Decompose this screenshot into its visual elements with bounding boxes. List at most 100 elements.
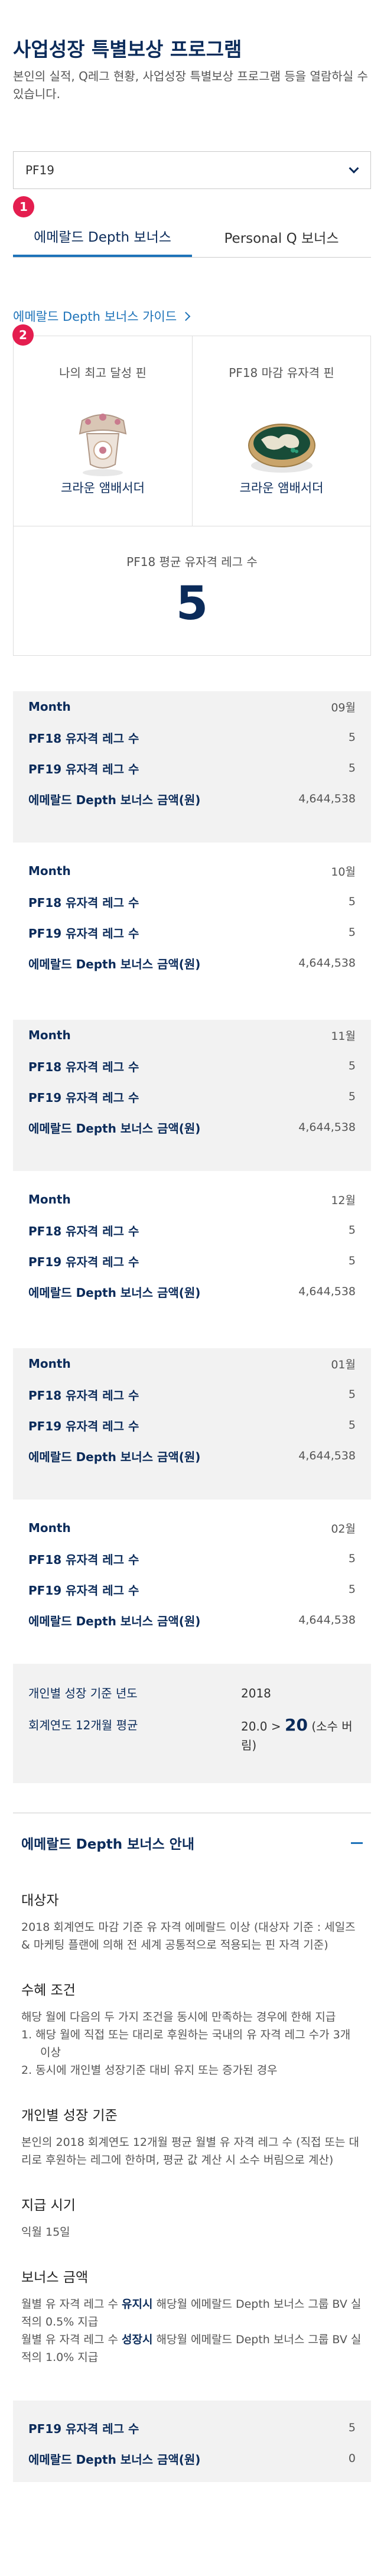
period-select[interactable]: PF19 xyxy=(13,151,371,189)
pf19-value: 5 xyxy=(348,762,356,775)
month-block: Month 12월 PF18 유자격 레그 수 5 PF19 유자격 레그 수 5 에… xyxy=(13,1184,371,1335)
pf18-value: 5 xyxy=(348,1224,356,1237)
pf19-row: PF19 유자격 레그 수 5 xyxy=(28,753,356,783)
avg-leg-label: PF18 평균 유자격 레그 수 xyxy=(126,555,258,569)
month-label: Month xyxy=(28,1357,71,1371)
guide-growth-title: 개인별 성장 기준 xyxy=(21,2108,118,2123)
pf18-label: PF18 유자격 레그 수 xyxy=(28,731,139,746)
list-item: 2. 동시에 개인별 성장기준 대비 유지 또는 증가된 경우 xyxy=(21,2064,278,2077)
amount-label: 에메랄드 Depth 보너스 금액(원) xyxy=(28,957,201,971)
month-row: Month 01월 xyxy=(28,1348,356,1379)
best-pin-label: 나의 최고 달성 핀 xyxy=(59,366,147,380)
guide-amount-line-2: 월별 유 자격 레그 수 성장시 해당월 에메랄드 Depth 보너스 그룹 B… xyxy=(21,2331,363,2366)
pf18-label: PF18 유자격 레그 수 xyxy=(28,1388,139,1403)
month-value: 01월 xyxy=(331,1358,356,1371)
list-item: 1. 해당 월에 직접 또는 대리로 후원하는 국내의 유 자격 레그 수가 3… xyxy=(21,2028,351,2059)
guide-section: 에메랄드 Depth 보너스 안내 대상자 2018 회계연도 마감 기준 유 … xyxy=(13,1813,371,2366)
pf18-value: 5 xyxy=(348,1552,356,1565)
pf19-row: PF19 유자격 레그 수 5 xyxy=(28,1081,356,1112)
amount-row: 에메랄드 Depth 보너스 금액(원) 4,644,538 xyxy=(28,1605,356,1635)
pf18-row: PF18 유자격 레그 수 5 xyxy=(28,722,356,753)
guide-condition-list: 1. 해당 월에 직접 또는 대리로 후원하는 국내의 유 자격 레그 수가 3… xyxy=(21,2026,363,2079)
amount-value: 4,644,538 xyxy=(298,1449,356,1462)
avg-leg-count: PF18 평균 유자격 레그 수 5 xyxy=(14,526,370,655)
basis-year-row: 개인별 성장 기준 년도 2018 xyxy=(28,1684,356,1703)
pf18-row: PF18 유자격 레그 수 5 xyxy=(28,1050,356,1081)
pin-summary: 2 나의 최고 달성 핀 크라운 앰배서더 PF18 마감 유자격 핀 크라운 … xyxy=(12,324,371,656)
guide-target-title: 대상자 xyxy=(21,1893,59,1908)
tab-personal-q[interactable]: Personal Q 보너스 xyxy=(192,216,371,258)
amount-label: 에메랄드 Depth 보너스 금액(원) xyxy=(28,1614,201,1628)
amount-row: 에메랄드 Depth 보너스 금액(원) 0 xyxy=(28,2443,356,2474)
step-badge-1: 1 xyxy=(13,196,34,217)
text-span: 월별 유 자격 레그 수 xyxy=(21,2298,122,2311)
amount-label: 에메랄드 Depth 보너스 금액(원) xyxy=(28,1449,201,1464)
amount-row: 에메랄드 Depth 보너스 금액(원) 4,644,538 xyxy=(28,948,356,978)
pf19-label: PF19 유자격 레그 수 xyxy=(28,1090,139,1105)
pf19-row: PF19 유자격 레그 수 5 xyxy=(28,917,356,948)
month-value: 12월 xyxy=(331,1193,356,1207)
amount-row: 에메랄드 Depth 보너스 금액(원) 4,644,538 xyxy=(28,1440,356,1471)
collapse-icon[interactable] xyxy=(351,1842,363,1844)
pf18-label: PF18 유자격 레그 수 xyxy=(28,1552,139,1567)
pf18-label: PF18 유자격 레그 수 xyxy=(28,895,139,910)
pf19-label: PF19 유자격 레그 수 xyxy=(28,1583,139,1598)
amount-value: 4,644,538 xyxy=(298,1285,356,1298)
month-label: Month xyxy=(28,1028,71,1042)
month-label: Month xyxy=(28,1521,71,1535)
guide-pay-title: 지급 시기 xyxy=(21,2198,76,2213)
tab-emerald-depth[interactable]: 에메랄드 Depth 보너스 xyxy=(13,216,192,258)
guide-link[interactable]: 에메랄드 Depth 보너스 가이드 xyxy=(13,307,371,325)
month-block: Month 09월 PF18 유자격 레그 수 5 PF19 유자격 레그 수 5 에… xyxy=(13,691,371,843)
text-span: 월별 유 자격 레그 수 xyxy=(21,2333,122,2346)
amount-value: 4,644,538 xyxy=(298,792,356,805)
guide-section-body: 대상자 2018 회계연도 마감 기준 유 자격 에메랄드 이상 (대상자 기준… xyxy=(13,1889,371,2366)
period-select-value: PF19 xyxy=(25,163,55,177)
crown-ambassador-pin-icon xyxy=(79,414,127,476)
pf18-row: PF18 유자격 레그 수 5 xyxy=(28,886,356,917)
month-value: 02월 xyxy=(331,1522,356,1536)
pf18-value: 5 xyxy=(348,731,356,744)
guide-link-label: 에메랄드 Depth 보너스 가이드 xyxy=(13,310,177,324)
amount-row: 에메랄드 Depth 보너스 금액(원) 4,644,538 xyxy=(28,783,356,814)
pf18-label: PF18 유자격 레그 수 xyxy=(28,1224,139,1238)
tab-label: 에메랄드 Depth 보너스 xyxy=(34,229,171,245)
pf19-value: 5 xyxy=(348,1254,356,1267)
basis-year-value: 2018 xyxy=(241,1686,271,1700)
page-header: 사업성장 특별보상 프로그램 본인의 실적, Q레그 현황, 사업성장 특별보상… xyxy=(0,0,384,129)
guide-amount-line-1: 월별 유 자격 레그 수 유지시 해당월 에메랄드 Depth 보너스 그룹 B… xyxy=(21,2295,363,2331)
guide-condition-text: 해당 월에 다음의 두 가지 조건을 동시에 만족하는 경우에 한해 지급 xyxy=(21,2011,336,2024)
best-pin-cell: 나의 최고 달성 핀 크라운 앰배서더 xyxy=(14,336,192,526)
guide-condition-title: 수혜 조건 xyxy=(21,1983,76,1998)
chevron-right-icon xyxy=(181,311,191,321)
month-value: 10월 xyxy=(331,865,356,879)
month-row: Month 09월 xyxy=(28,691,356,722)
globe-pin-icon xyxy=(248,424,315,473)
basis-avg-prefix: 20.0 > xyxy=(241,1719,285,1733)
guide-pay-text: 익월 15일 xyxy=(21,2226,70,2239)
pf19-row: PF19 유자격 레그 수 5 xyxy=(28,1410,356,1440)
pf18-row: PF18 유자격 레그 수 5 xyxy=(28,1215,356,1245)
amount-label: 에메랄드 Depth 보너스 금액(원) xyxy=(28,2452,201,2467)
pf19-label: PF19 유자격 레그 수 xyxy=(28,1419,139,1433)
pf19-row: PF19 유자격 레그 수 5 xyxy=(28,1245,356,1276)
pf18-pin-cell: PF18 마감 유자격 핀 크라운 앰배서더 xyxy=(192,336,370,526)
pf18-pin-name: 크라운 앰배서더 xyxy=(239,481,324,495)
basis-avg-label: 회계연도 12개월 평균 xyxy=(28,1718,138,1732)
amount-value: 4,644,538 xyxy=(298,1121,356,1134)
tab-label: Personal Q 보너스 xyxy=(224,231,339,246)
guide-target: 대상자 2018 회계연도 마감 기준 유 자격 에메랄드 이상 (대상자 기준… xyxy=(21,1889,363,1954)
month-label: Month xyxy=(28,864,71,878)
current-summary: PF19 유자격 레그 수 5 에메랄드 Depth 보너스 금액(원) 0 xyxy=(13,2401,371,2482)
pf19-label: PF19 유자격 레그 수 xyxy=(28,2421,139,2436)
page-title: 사업성장 특별보상 프로그램 xyxy=(13,38,242,61)
guide-target-text: 2018 회계연도 마감 기준 유 자격 에메랄드 이상 (대상자 기준 : 세… xyxy=(21,1921,356,1951)
pf19-label: PF19 유자격 레그 수 xyxy=(28,926,139,941)
pf19-value: 5 xyxy=(348,1583,356,1596)
basis-avg-value: 20.0 > 20 (소수 버림) xyxy=(241,1716,356,1755)
guide-section-header[interactable]: 에메랄드 Depth 보너스 안내 xyxy=(13,1813,371,1872)
month-label: Month xyxy=(28,700,71,714)
guide-section-title: 에메랄드 Depth 보너스 안내 xyxy=(21,1837,194,1852)
month-block: Month 01월 PF18 유자격 레그 수 5 PF19 유자격 레그 수 5 에… xyxy=(13,1348,371,1500)
amount-label: 에메랄드 Depth 보너스 금액(원) xyxy=(28,1121,201,1136)
